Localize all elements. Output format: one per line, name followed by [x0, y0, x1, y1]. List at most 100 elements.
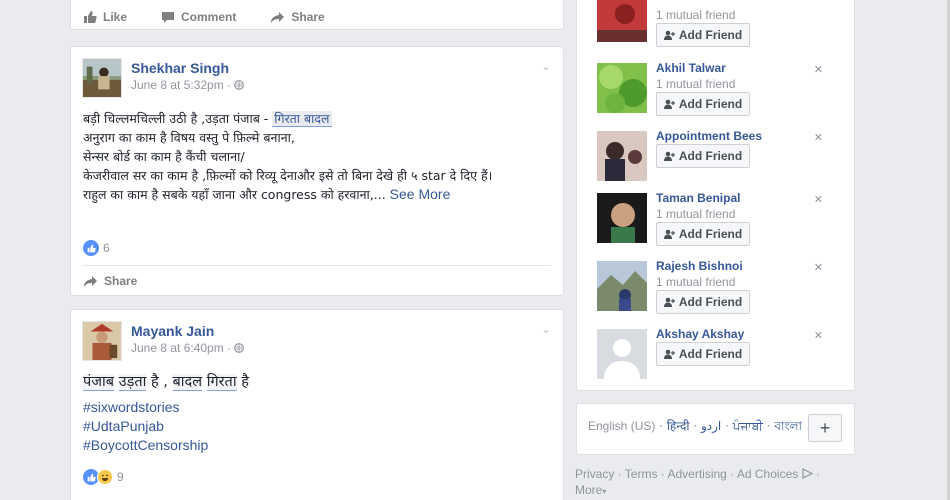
mutual-friends[interactable]: 1 mutual friend	[656, 77, 735, 91]
post-timestamp[interactable]: June 8 at 5:32pm	[131, 77, 224, 93]
mutual-friends[interactable]: 1 mutual friend	[656, 207, 735, 221]
privacy-link[interactable]: Privacy	[575, 467, 614, 481]
friend-photo[interactable]	[597, 131, 647, 181]
author-name[interactable]: Mayank Jain	[131, 322, 244, 340]
post-line-2: अनुराग का काम है विषय वस्तु पे फ़िल्मे ब…	[83, 130, 295, 145]
like-button[interactable]: Like	[83, 10, 127, 24]
friend-photo[interactable]	[597, 0, 647, 42]
reaction-count: 9	[117, 470, 124, 484]
word: है ,	[150, 374, 168, 390]
author-avatar[interactable]	[82, 58, 122, 98]
share-button[interactable]: Share	[270, 10, 325, 24]
add-friend-button[interactable]: Add Friend	[656, 222, 750, 246]
post-actions: Like Comment Share	[83, 10, 325, 24]
post-line-3: सेन्सर बोर्ड का काम है कैंची चलाना/	[83, 149, 245, 164]
highlight-phrase[interactable]: गिरता बादल	[272, 111, 332, 127]
friend-name[interactable]: Akshay Akshay	[656, 327, 744, 341]
add-friend-button[interactable]: Add Friend	[656, 342, 750, 366]
people-you-may-know: 1 mutual friend Add Friend Akhil Talwar …	[576, 0, 855, 391]
mutual-friends[interactable]: 1 mutual friend	[656, 8, 735, 22]
post-options-chevron-icon[interactable]: ⌄	[541, 322, 551, 336]
reaction-summary[interactable]: 6	[83, 240, 110, 256]
advertising-link[interactable]: Advertising	[667, 467, 726, 481]
post-timestamp[interactable]: June 8 at 6:40pm	[131, 340, 224, 356]
comment-label: Comment	[181, 10, 237, 24]
thumbs-up-icon	[84, 11, 97, 23]
friend-suggestion: Appointment Bees Add Friend ✕	[597, 129, 837, 185]
word-link[interactable]: पंजाब	[83, 374, 115, 391]
divider	[83, 265, 551, 266]
ad-choices-link[interactable]: Ad Choices	[737, 467, 798, 481]
hashtag-link[interactable]: #sixwordstories	[83, 398, 208, 417]
dismiss-x-icon[interactable]: ✕	[814, 63, 823, 76]
dismiss-x-icon[interactable]: ✕	[814, 329, 823, 342]
more-link[interactable]: More	[575, 483, 602, 497]
word-link[interactable]: गिरता	[206, 374, 237, 391]
add-friend-button[interactable]: Add Friend	[656, 290, 750, 314]
friend-photo[interactable]	[597, 193, 647, 243]
share-label: Share	[291, 10, 325, 24]
post-actions: Share	[83, 274, 137, 288]
friend-suggestion: Rajesh Bishnoi 1 mutual friend Add Frien…	[597, 259, 837, 315]
word-link[interactable]: उड़ता	[118, 374, 147, 391]
add-friend-button[interactable]: Add Friend	[656, 92, 750, 116]
word: है	[241, 374, 249, 390]
post-options-chevron-icon[interactable]: ⌄	[541, 59, 551, 73]
add-friend-button[interactable]: Add Friend	[656, 23, 750, 47]
like-label: Like	[103, 10, 128, 24]
hashtag-link[interactable]: #UdtaPunjab	[83, 417, 208, 436]
post-mayank-jain: Mayank Jain June 8 at 6:40pm · ⌄ पंजाब उ…	[70, 309, 564, 500]
language-selector: English (US) · हिन्दी · اردو · ਪੰਜਾਬੀ · …	[576, 403, 855, 455]
globe-icon	[233, 343, 244, 353]
word-link[interactable]: बादल	[172, 374, 203, 391]
mutual-friends[interactable]: 1 mutual friend	[656, 275, 735, 289]
hashtag-link[interactable]: #BoycottCensorship	[83, 436, 208, 455]
post-meta: June 8 at 6:40pm ·	[131, 340, 244, 356]
language-link[interactable]: हिन्दी	[667, 419, 690, 433]
add-friend-icon	[663, 349, 675, 359]
add-friend-label: Add Friend	[678, 295, 743, 309]
see-more-link[interactable]: See More	[390, 186, 451, 202]
add-friend-icon	[663, 151, 675, 161]
share-button[interactable]: Share	[83, 274, 137, 288]
post-big-text: पंजाब उड़ता है , बादल गिरता है	[83, 371, 249, 393]
like-reaction-icon	[83, 240, 99, 256]
previous-post-footer: Like Comment Share	[70, 0, 564, 30]
terms-link[interactable]: Terms	[625, 467, 658, 481]
friend-name[interactable]: Taman Benipal	[656, 191, 740, 205]
author-avatar[interactable]	[82, 321, 122, 361]
add-friend-icon	[663, 30, 675, 40]
add-language-button[interactable]: +	[808, 414, 842, 442]
ad-choices-icon	[801, 468, 813, 479]
friend-suggestion: 1 mutual friend Add Friend	[597, 0, 837, 65]
friend-name[interactable]: Rajesh Bishnoi	[656, 259, 743, 273]
dismiss-x-icon[interactable]: ✕	[814, 193, 823, 206]
author-name[interactable]: Shekhar Singh	[131, 59, 244, 77]
add-friend-label: Add Friend	[678, 28, 743, 42]
add-friend-button[interactable]: Add Friend	[656, 144, 750, 168]
language-link[interactable]: اردو	[701, 419, 721, 433]
dismiss-x-icon[interactable]: ✕	[814, 261, 823, 274]
default-avatar-icon[interactable]	[597, 329, 647, 379]
globe-icon	[233, 80, 244, 90]
comment-button[interactable]: Comment	[161, 10, 236, 24]
post-line-1: बड़ी चिल्लमचिल्ली उठी है ,उड़ता पंजाब -	[83, 111, 273, 126]
current-language: English (US)	[588, 419, 656, 433]
language-list: English (US) · हिन्दी · اردو · ਪੰਜਾਬੀ · …	[588, 419, 803, 433]
add-friend-icon	[663, 229, 675, 239]
friend-suggestion: Akhil Talwar 1 mutual friend Add Friend …	[597, 61, 837, 117]
friend-photo[interactable]	[597, 63, 647, 113]
post-line-4: केजरीवाल सर का काम है ,फ़िल्मों को रिव्य…	[83, 168, 493, 183]
caret-down-icon[interactable]: ▾	[602, 487, 606, 496]
reaction-summary[interactable]: 9	[83, 469, 124, 485]
dismiss-x-icon[interactable]: ✕	[814, 131, 823, 144]
add-friend-icon	[663, 99, 675, 109]
post-body: बड़ी चिल्लमचिल्ली उठी है ,उड़ता पंजाब - …	[83, 109, 557, 204]
language-link[interactable]: বাংলা	[774, 419, 802, 433]
friend-photo[interactable]	[597, 261, 647, 311]
friend-name[interactable]: Appointment Bees	[656, 129, 762, 143]
share-icon	[271, 11, 285, 23]
friend-name[interactable]: Akhil Talwar	[656, 61, 726, 75]
add-friend-label: Add Friend	[678, 227, 743, 241]
language-link[interactable]: ਪੰਜਾਬੀ	[733, 419, 763, 433]
